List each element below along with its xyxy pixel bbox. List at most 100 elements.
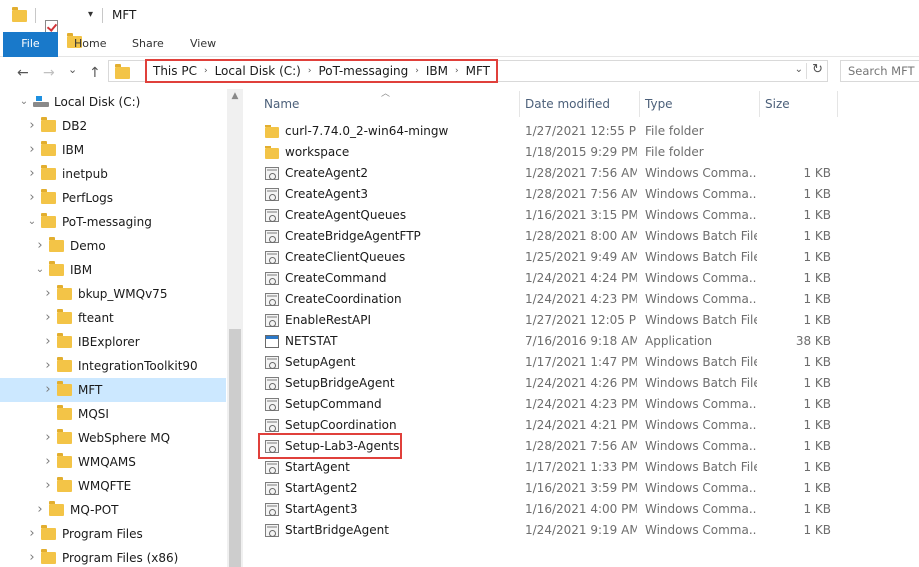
chevron-right-icon[interactable]: › (42, 306, 54, 330)
table-row[interactable]: CreateAgentQueues 1/16/2021 3:15 PM Window… (243, 205, 919, 226)
table-row[interactable]: StartAgent 1/17/2021 1:33 PM Windows Batch… (243, 457, 919, 478)
folder-icon[interactable] (12, 7, 27, 22)
sidebar-item[interactable]: › Demo (0, 234, 226, 258)
column-divider[interactable] (759, 91, 760, 117)
scroll-up-chevron-icon[interactable]: ▲ (227, 91, 243, 101)
search-input[interactable] (840, 60, 919, 82)
sidebar-item[interactable]: › IBM (0, 138, 226, 162)
chevron-right-icon[interactable]: › (42, 474, 54, 498)
address-bar[interactable]: This PC › Local Disk (C:) › PoT-messagin… (108, 59, 828, 83)
sidebar-item[interactable]: › PerfLogs (0, 186, 226, 210)
table-row[interactable]: StartAgent2 1/16/2021 3:59 PM Windows Comm… (243, 478, 919, 499)
chevron-right-icon[interactable]: › (34, 498, 46, 522)
chevron-down-icon[interactable]: ⌄ (34, 258, 46, 282)
chevron-right-icon[interactable]: › (42, 450, 54, 474)
chevron-right-icon[interactable]: › (201, 66, 211, 76)
chevron-right-icon[interactable]: › (26, 546, 38, 567)
recent-locations-chevron-down-icon[interactable]: ⌄ (68, 62, 77, 78)
breadcrumb-ibm[interactable]: IBM (422, 64, 452, 78)
sidebar-item[interactable]: › inetpub (0, 162, 226, 186)
table-row[interactable]: workspace 1/18/2015 9:29 PM File folder (243, 142, 919, 163)
file-type: Windows Batch File (645, 250, 757, 264)
sidebar-item[interactable]: › IBExplorer (0, 330, 226, 354)
chevron-right-icon[interactable]: › (34, 234, 46, 258)
sidebar-item-label: inetpub (62, 167, 108, 181)
sidebar-item[interactable]: ⌄ IBM (0, 258, 226, 282)
column-header-name[interactable]: Name (264, 93, 299, 115)
column-header-size[interactable]: Size (765, 93, 790, 115)
column-header-type[interactable]: Type (645, 93, 673, 115)
chevron-right-icon[interactable]: › (42, 426, 54, 450)
breadcrumb-local-disk[interactable]: Local Disk (C:) (211, 64, 305, 78)
tab-share[interactable]: Share (132, 32, 164, 57)
table-row[interactable]: NETSTAT 7/16/2016 9:18 AM Application 38 KB (243, 331, 919, 352)
sidebar-item[interactable]: › DB2 (0, 114, 226, 138)
tab-view[interactable]: View (190, 32, 216, 57)
breadcrumb-mft[interactable]: MFT (462, 64, 494, 78)
table-row[interactable]: SetupAgent 1/17/2021 1:47 PM Windows Batch… (243, 352, 919, 373)
sidebar-item-label: Program Files (x86) (62, 551, 179, 565)
table-row[interactable]: CreateAgent3 1/28/2021 7:56 AM Windows Com… (243, 184, 919, 205)
table-row[interactable]: CreateCommand 1/24/2021 4:24 PM Windows Co… (243, 268, 919, 289)
chevron-right-icon[interactable]: › (26, 138, 38, 162)
file-size: 1 KB (803, 208, 831, 222)
chevron-down-icon[interactable]: ⌄ (18, 90, 30, 114)
table-row[interactable]: SetupBridgeAgent 1/24/2021 4:26 PM Windows… (243, 373, 919, 394)
back-arrow-icon[interactable]: ← (17, 65, 29, 81)
tab-home[interactable]: Home (74, 32, 106, 57)
chevron-right-icon[interactable]: › (42, 378, 54, 402)
sidebar-item[interactable]: › MFT (0, 378, 226, 402)
sidebar-item[interactable]: › fteant (0, 306, 226, 330)
column-divider[interactable] (837, 91, 838, 117)
column-divider[interactable] (639, 91, 640, 117)
chevron-right-icon[interactable]: › (452, 66, 462, 76)
up-arrow-icon[interactable]: ↑ (89, 65, 101, 81)
address-history-chevron-down-icon[interactable]: ⌄ (795, 64, 803, 75)
breadcrumb-pot-messaging[interactable]: PoT-messaging (314, 64, 412, 78)
chevron-right-icon[interactable]: › (26, 162, 38, 186)
chevron-right-icon[interactable]: › (42, 354, 54, 378)
breadcrumb-this-pc[interactable]: This PC (149, 64, 201, 78)
file-type: File folder (645, 124, 704, 138)
sidebar-item[interactable]: › MQ-POT (0, 498, 226, 522)
chevron-right-icon[interactable]: › (412, 66, 422, 76)
column-divider[interactable] (519, 91, 520, 117)
table-row[interactable]: curl-7.74.0_2-win64-mingw 1/27/2021 12:55… (243, 121, 919, 142)
chevron-right-icon[interactable]: › (26, 114, 38, 138)
table-row[interactable]: StartBridgeAgent 1/24/2021 9:19 AM Windows… (243, 520, 919, 541)
sidebar-item[interactable]: › WMQFTE (0, 474, 226, 498)
table-row[interactable]: CreateClientQueues 1/25/2021 9:49 AM Windo… (243, 247, 919, 268)
chevron-right-icon[interactable]: › (26, 522, 38, 546)
sidebar-item[interactable]: › Program Files (x86) (0, 546, 226, 567)
sidebar-item[interactable]: › IntegrationToolkit90 (0, 354, 226, 378)
sidebar-item[interactable]: ⌄ Local Disk (C:) (0, 90, 226, 114)
customize-toolbar-dropdown-icon[interactable]: ▾ (88, 9, 93, 20)
sidebar-item[interactable]: ⌄ PoT-messaging (0, 210, 226, 234)
file-date-modified: 7/16/2016 9:18 AM (525, 334, 637, 348)
chevron-right-icon[interactable]: › (42, 282, 54, 306)
file-date-modified: 1/16/2021 4:00 PM (525, 502, 637, 516)
sidebar-scrollbar-thumb[interactable] (229, 329, 241, 567)
sidebar-item[interactable]: › WMQAMS (0, 450, 226, 474)
chevron-right-icon[interactable]: › (42, 330, 54, 354)
sidebar-item[interactable]: MQSI (0, 402, 226, 426)
refresh-icon[interactable]: ↻ (812, 62, 823, 77)
sidebar-item-label: Program Files (62, 527, 143, 541)
column-header-date-modified[interactable]: Date modified (525, 93, 610, 115)
table-row[interactable]: CreateBridgeAgentFTP 1/28/2021 8:00 AM Win… (243, 226, 919, 247)
sidebar-item[interactable]: › bkup_WMQv75 (0, 282, 226, 306)
sidebar-item[interactable]: › WebSphere MQ (0, 426, 226, 450)
chevron-down-icon[interactable]: ⌄ (26, 210, 38, 234)
table-row[interactable]: CreateAgent2 1/28/2021 7:56 AM Windows Com… (243, 163, 919, 184)
tab-file[interactable]: File (3, 32, 58, 57)
forward-arrow-icon[interactable]: → (43, 65, 55, 81)
table-row[interactable]: StartAgent3 1/16/2021 4:00 PM Windows Comm… (243, 499, 919, 520)
table-row[interactable]: EnableRestAPI 1/27/2021 12:05 PM Windows B… (243, 310, 919, 331)
sidebar-item[interactable]: › Program Files (0, 522, 226, 546)
chevron-right-icon[interactable]: › (26, 186, 38, 210)
table-row[interactable]: SetupCommand 1/24/2021 4:23 PM Windows Com… (243, 394, 919, 415)
navigation-bar: ← → ⌄ ↑ This PC › Local Disk (C:) › PoT-… (0, 57, 919, 89)
file-name: CreateClientQueues (285, 250, 406, 264)
table-row[interactable]: CreateCoordination 1/24/2021 4:23 PM Windo… (243, 289, 919, 310)
chevron-right-icon[interactable]: › (305, 66, 315, 76)
